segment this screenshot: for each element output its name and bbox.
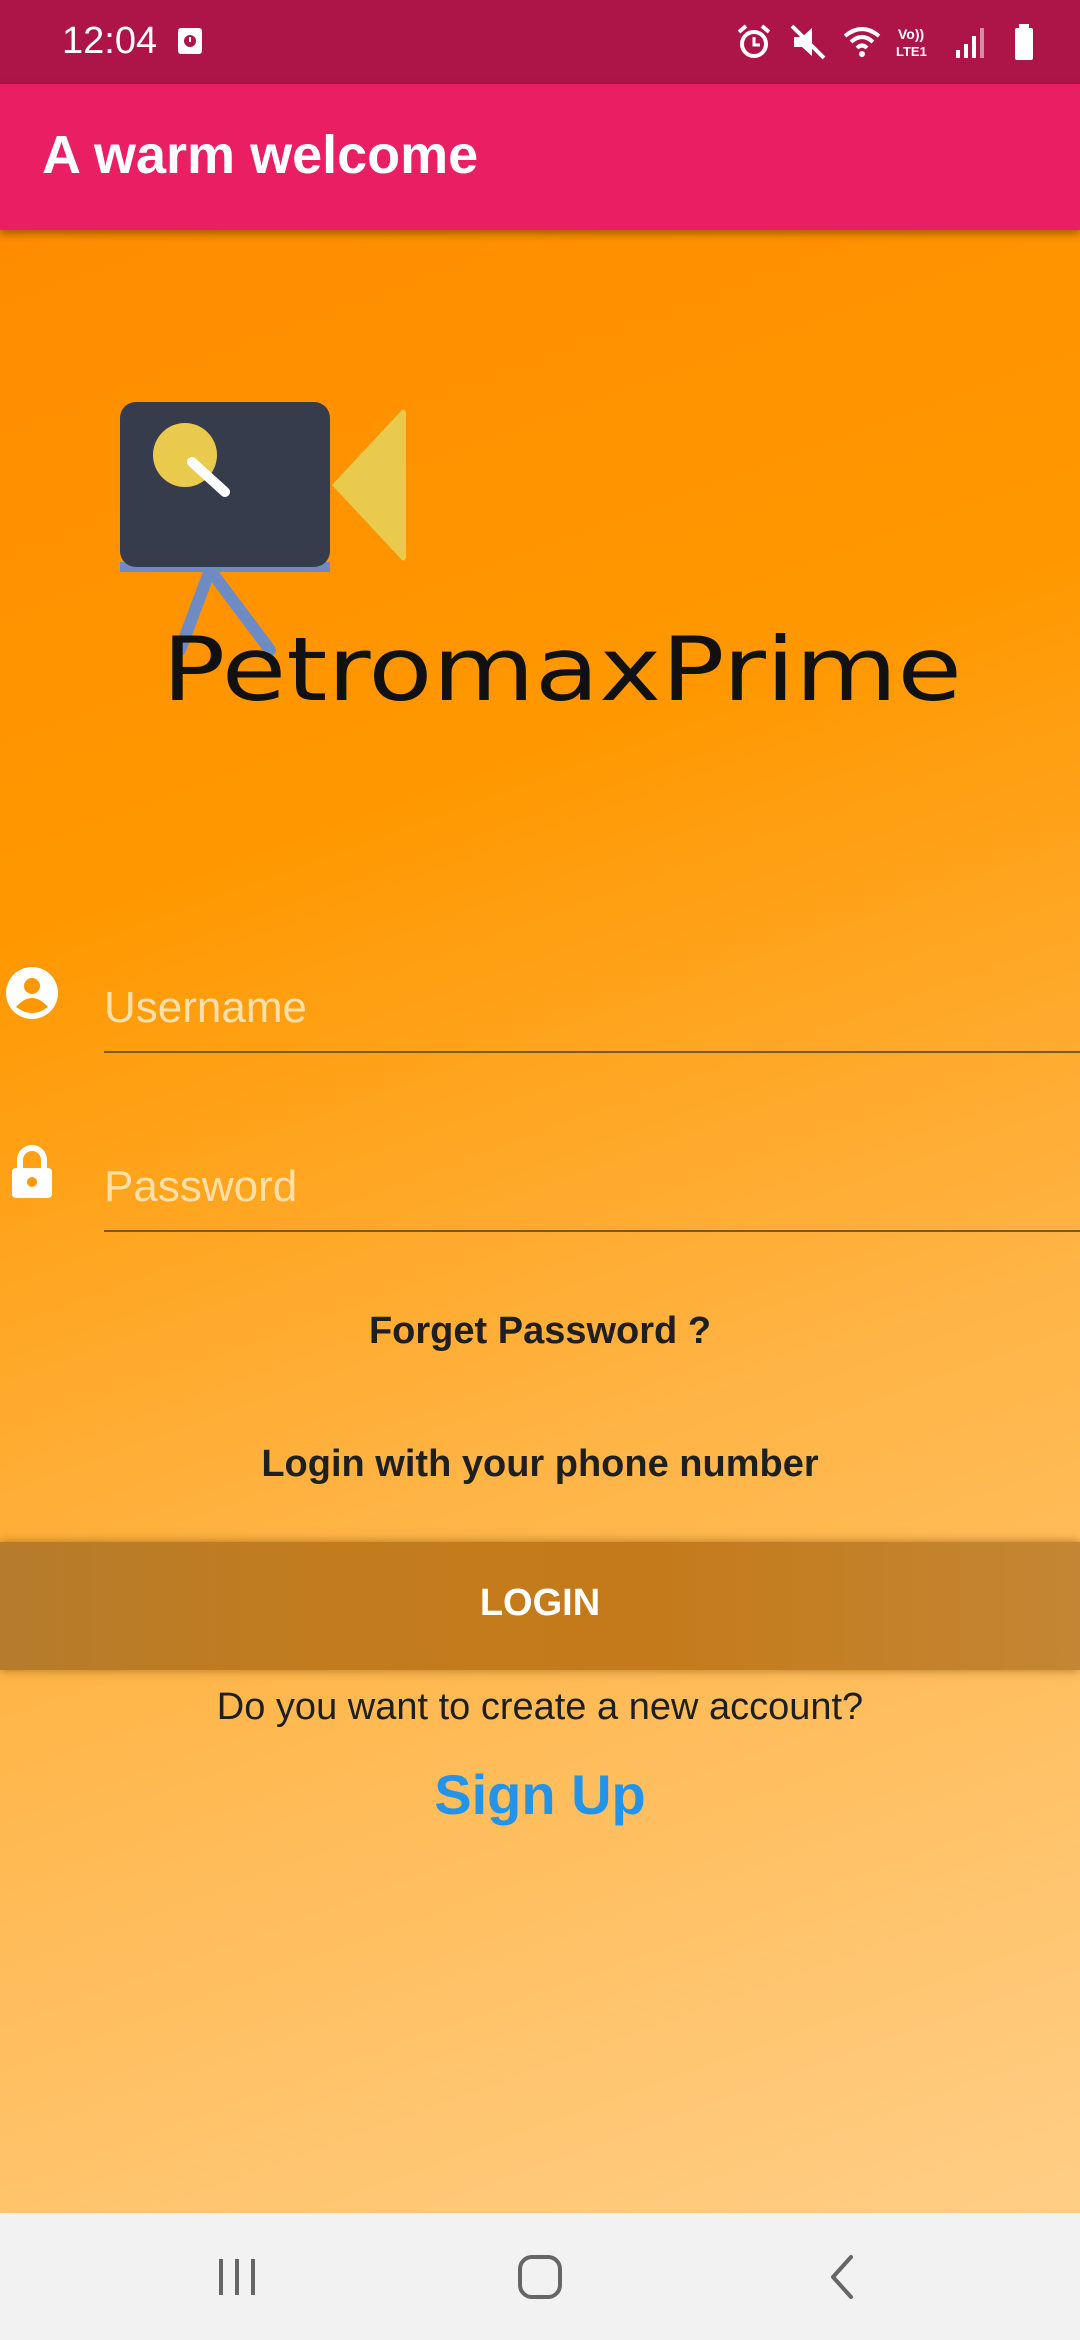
back-icon[interactable] — [813, 2247, 873, 2307]
status-time: 12:04 — [62, 20, 158, 62]
svg-text:Vo)): Vo)) — [898, 26, 924, 42]
petromaxprime-logo: PetromaxPrime — [120, 402, 962, 710]
app-bar: A warm welcome — [0, 84, 1080, 230]
password-field — [0, 1114, 1080, 1234]
logo-brand-text: PetromaxPrime — [162, 618, 962, 710]
system-nav-bar — [0, 2213, 1080, 2340]
camera-logo-icon — [120, 402, 406, 656]
login-button[interactable]: LOGIN — [0, 1542, 1080, 1670]
home-icon[interactable] — [510, 2247, 570, 2307]
mute-icon — [790, 24, 826, 60]
signup-link[interactable]: Sign Up — [0, 1762, 1080, 1827]
login-screen: PetromaxPrime Forget Password ? Login wi… — [0, 230, 1080, 2213]
svg-text:LTE1: LTE1 — [896, 44, 927, 59]
alarm-icon — [737, 24, 771, 58]
status-icons: Vo)) LTE1 — [734, 20, 1044, 64]
wifi-icon — [843, 27, 881, 57]
account-circle-icon — [6, 967, 58, 1019]
signal-icon — [956, 28, 984, 58]
username-field — [0, 935, 1080, 1055]
page-title: A warm welcome — [42, 125, 479, 185]
screenshot-icon — [178, 28, 202, 54]
battery-icon — [1015, 24, 1033, 60]
username-input[interactable] — [104, 935, 1080, 1053]
status-bar: 12:04 Vo)) LTE1 — [0, 0, 1080, 84]
volte-lte-icon: Vo)) LTE1 — [896, 26, 927, 59]
login-button-label: LOGIN — [479, 1582, 601, 1624]
phone-login-link[interactable]: Login with your phone number — [0, 1443, 1080, 1486]
create-account-prompt: Do you want to create a new account? — [216, 1686, 864, 1728]
forget-password-link[interactable]: Forget Password ? — [0, 1310, 1080, 1353]
recent-apps-icon[interactable] — [207, 2247, 267, 2307]
lock-icon — [12, 1145, 52, 1198]
password-input[interactable] — [104, 1114, 1080, 1232]
